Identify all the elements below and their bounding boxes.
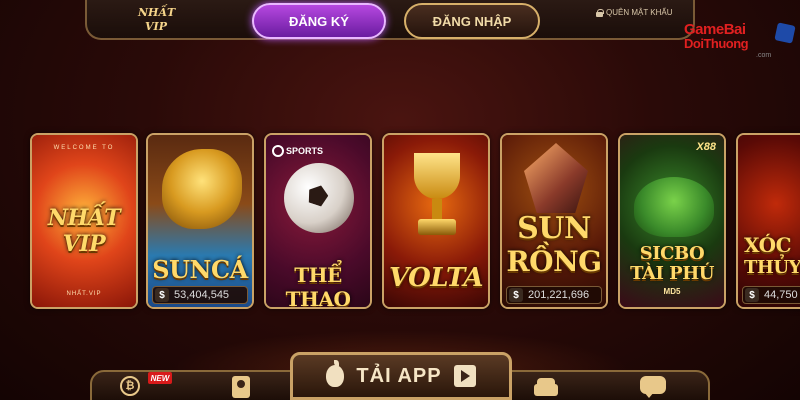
sports-badge: SPORTS	[272, 145, 323, 157]
card-title-line2: TÀI PHÚ	[630, 263, 714, 284]
download-app-label: TẢI APP	[356, 364, 442, 387]
download-app-button[interactable]: TẢI APP	[290, 352, 512, 400]
card-title: VOLTA	[388, 263, 484, 293]
card-art	[738, 135, 800, 307]
jackpot-counter: $ 201,221,696	[506, 286, 602, 304]
sports-ring-icon	[272, 145, 284, 157]
game-card-sicbo[interactable]: X88 SICBO TÀI PHÚ MD5	[618, 133, 726, 309]
jackpot-counter: $ 44,750	[742, 286, 800, 304]
jackpot-value: 44,750	[764, 289, 798, 301]
game-card-sun-ca[interactable]: SUNCÁ $ 53,404,545	[146, 133, 254, 309]
jackpot-counter: $ 53,404,545	[152, 286, 248, 304]
x88-badge: X88	[696, 141, 716, 153]
game-card-volta[interactable]: VOLTA	[382, 133, 490, 309]
dollar-icon: $	[745, 288, 759, 302]
game-card-sun-rong[interactable]: SUN RỒNG $ 201,221,696	[500, 133, 608, 309]
contact-icon[interactable]	[232, 376, 250, 398]
card-title-line1: SUN	[517, 211, 591, 246]
dragon-icon	[162, 149, 242, 229]
card-subtitle: MD5	[663, 287, 681, 296]
play-store-icon	[453, 365, 476, 387]
card-title-line1: SICBO	[639, 243, 705, 264]
bitcoin-icon[interactable]: ₿	[120, 376, 140, 396]
chat-icon[interactable]	[640, 376, 666, 398]
game-cards-carousel: WELCOME TO NHẤT VIP NHẤT.VIP SUNCÁ $ 53,…	[0, 0, 800, 400]
card-title: SUNCÁ	[152, 255, 248, 284]
card-title-line2: THỦY	[744, 257, 800, 278]
card-title: THỂ THAO	[285, 263, 351, 309]
card-title-line2: RỒNG	[506, 245, 602, 278]
card-title: NHẤT VIP	[47, 205, 121, 257]
game-card-nhat-vip[interactable]: WELCOME TO NHẤT VIP NHẤT.VIP	[30, 133, 138, 309]
phone-icon[interactable]	[534, 376, 558, 396]
toad-icon	[634, 177, 714, 237]
card-footer-text: NHẤT.VIP	[66, 291, 102, 297]
jackpot-value: 201,221,696	[528, 289, 590, 301]
soccer-ball-icon	[284, 163, 354, 233]
apple-icon	[326, 360, 345, 387]
welcome-text: WELCOME TO	[53, 145, 115, 151]
game-card-the-thao[interactable]: SPORTS THỂ THAO	[264, 133, 372, 309]
sports-badge-label: SPORTS	[286, 146, 324, 156]
dollar-icon: $	[509, 288, 523, 302]
dollar-icon: $	[155, 288, 169, 302]
jackpot-value: 53,404,545	[174, 289, 230, 301]
trophy-icon	[408, 153, 466, 243]
new-badge: NEW	[148, 372, 172, 384]
game-card-xoc-dia[interactable]: XÓC THỦY $ 44,750	[736, 133, 800, 309]
card-title-line1: XÓC	[744, 233, 792, 257]
